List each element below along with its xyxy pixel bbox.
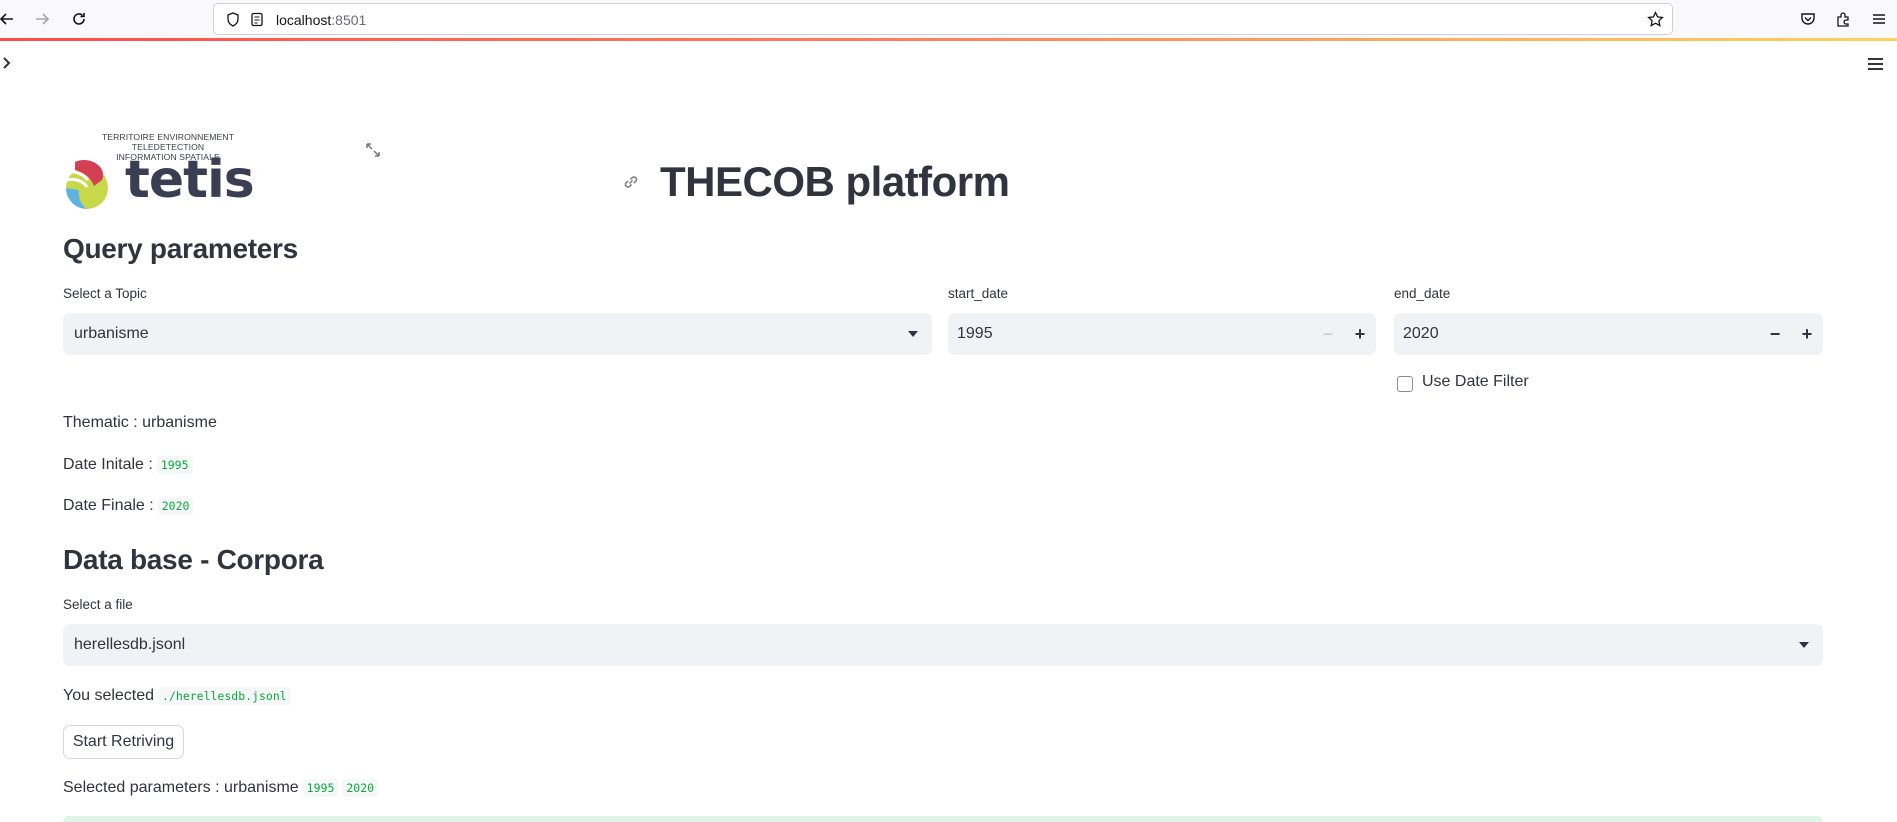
start-date-increment-button[interactable]: + [1344,313,1376,355]
app-menu-icon[interactable] [1868,55,1890,73]
tetis-mark-icon [66,160,108,209]
end-date-value: 2020 [1403,325,1439,342]
sidebar-expand-icon[interactable] [2,56,16,74]
selected-parameters-text: Selected parameters : urbanisme 1995 2020 [63,779,379,797]
topic-select-value: urbanisme [74,325,149,342]
database-heading: Data base - Corpora [63,544,324,575]
browser-toolbar: localhost:8501 [0,0,1897,38]
address-bar[interactable]: localhost:8501 [213,3,1673,35]
start-date-decrement-button[interactable]: − [1312,313,1344,355]
topic-label: Select a Topic [63,286,147,301]
file-select-label: Select a file [63,597,133,612]
thematic-text: Thematic : urbanisme [63,414,217,431]
date-final-text: Date Finale :2020 [63,497,194,515]
end-date-decrement-button[interactable]: − [1759,313,1791,355]
extensions-icon[interactable] [1832,8,1854,30]
end-date-label: end_date [1394,286,1451,301]
back-icon[interactable] [0,8,18,30]
tetis-logo: TERRITOIRE ENVIRONNEMENT TELEDETECTION I… [63,132,273,210]
chevron-down-icon [1799,642,1809,648]
start-retriving-button[interactable]: Start Retriving [63,725,184,759]
logo-wordmark: tetis [125,150,255,210]
forward-icon[interactable] [31,8,53,30]
status-message-box [63,816,1823,822]
date-initial-code: 1995 [156,456,193,474]
topic-select[interactable]: urbanisme [63,313,932,355]
start-date-number-input[interactable]: 1995 − + [948,313,1376,355]
use-date-filter-label[interactable]: Use Date Filter [1422,373,1529,391]
page-info-icon[interactable] [250,12,264,32]
start-date-value: 1995 [957,325,993,342]
pocket-icon[interactable] [1797,8,1819,30]
param-end-code: 2020 [342,779,379,797]
param-start-code: 1995 [302,779,339,797]
page-title: THECOB platform [660,158,1010,205]
end-date-increment-button[interactable]: + [1791,313,1823,355]
start-date-label: start_date [948,286,1009,301]
date-initial-text: Date Initale :1995 [63,456,193,474]
shield-icon[interactable] [226,12,240,32]
fullscreen-icon[interactable] [365,142,381,158]
browser-menu-icon[interactable] [1868,8,1890,30]
use-date-filter-checkbox[interactable] [1397,376,1413,392]
file-select-value: herellesdb.jsonl [74,636,186,653]
bookmark-star-icon[interactable] [1647,10,1664,33]
file-select[interactable]: herellesdb.jsonl [63,624,1823,666]
date-final-code: 2020 [157,497,194,515]
chevron-down-icon [908,331,918,337]
link-anchor-icon[interactable] [622,173,640,191]
url-text: localhost:8501 [276,12,367,28]
reload-icon[interactable] [68,8,90,30]
selected-file-text: You selected ./herellesdb.jsonl [63,687,291,705]
end-date-number-input[interactable]: 2020 − + [1394,313,1823,355]
selected-file-code: ./herellesdb.jsonl [158,687,291,705]
app-status-decoration [0,38,1897,41]
query-parameters-heading: Query parameters [63,233,298,264]
